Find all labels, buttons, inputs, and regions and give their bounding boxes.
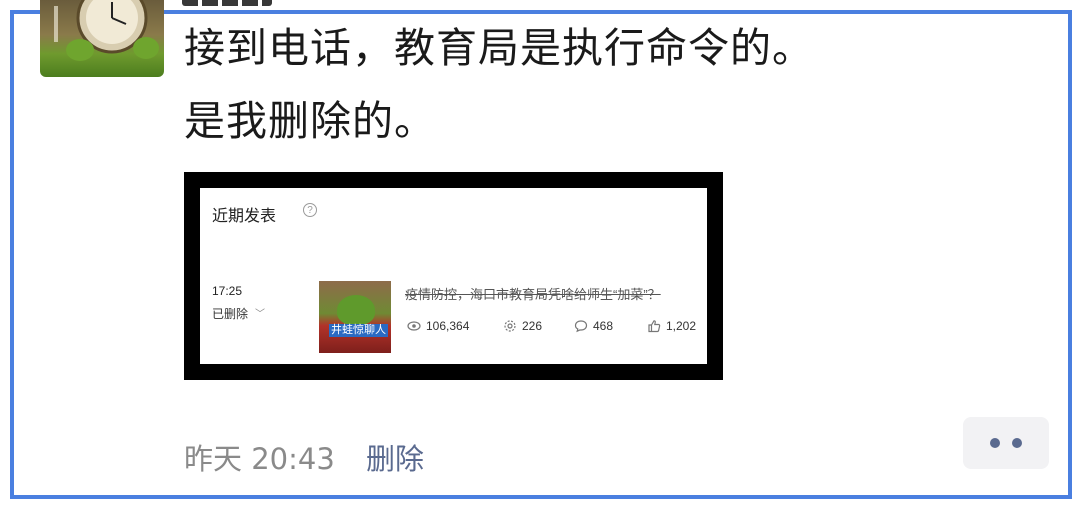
embedded-screenshot[interactable]: 近期发表 ? 17:25 已删除 ﹀ 井蛙惊聊人 疫情防控，海口市教育局凭啥给师… — [184, 172, 723, 380]
more-dots-icon — [990, 438, 1000, 448]
post-text-line-2: 是我删除的。 — [184, 97, 436, 145]
likes-count: 1,202 — [666, 319, 697, 333]
shares-count: 226 — [522, 319, 543, 333]
eye-icon — [407, 321, 421, 331]
views-count: 106,364 — [426, 319, 470, 333]
deleted-status: 已删除 — [212, 307, 249, 321]
post-text-line-1: 接到电话，教育局是执行命令的。 — [184, 24, 814, 72]
share-icon — [504, 320, 516, 332]
comments-count: 468 — [593, 319, 614, 333]
publish-time: 17:25 — [212, 284, 243, 298]
thumbs-up-icon — [648, 320, 661, 333]
more-options-button[interactable] — [963, 417, 1049, 469]
avatar[interactable] — [40, 0, 164, 77]
frog-image — [337, 295, 375, 325]
comment-icon — [574, 320, 588, 333]
delete-link[interactable]: 删除 — [366, 436, 424, 478]
embedded-screenshot-content: 近期发表 ? 17:25 已删除 ﹀ 井蛙惊聊人 疫情防控，海口市教育局凭啥给师… — [200, 188, 707, 364]
question-circle-icon: ? — [303, 203, 317, 217]
more-dots-icon — [1012, 438, 1022, 448]
username-peek — [182, 0, 272, 6]
article-thumbnail: 井蛙惊聊人 — [319, 281, 391, 353]
thumbnail-caption: 井蛙惊聊人 — [329, 324, 388, 337]
article-title: 疫情防控，海口市教育局凭啥给师生“加菜”？ — [405, 287, 661, 302]
post-timestamp: 昨天 20:43 — [184, 442, 335, 476]
section-title: 近期发表 — [212, 208, 277, 225]
chevron-down-icon: ﹀ — [255, 309, 265, 320]
